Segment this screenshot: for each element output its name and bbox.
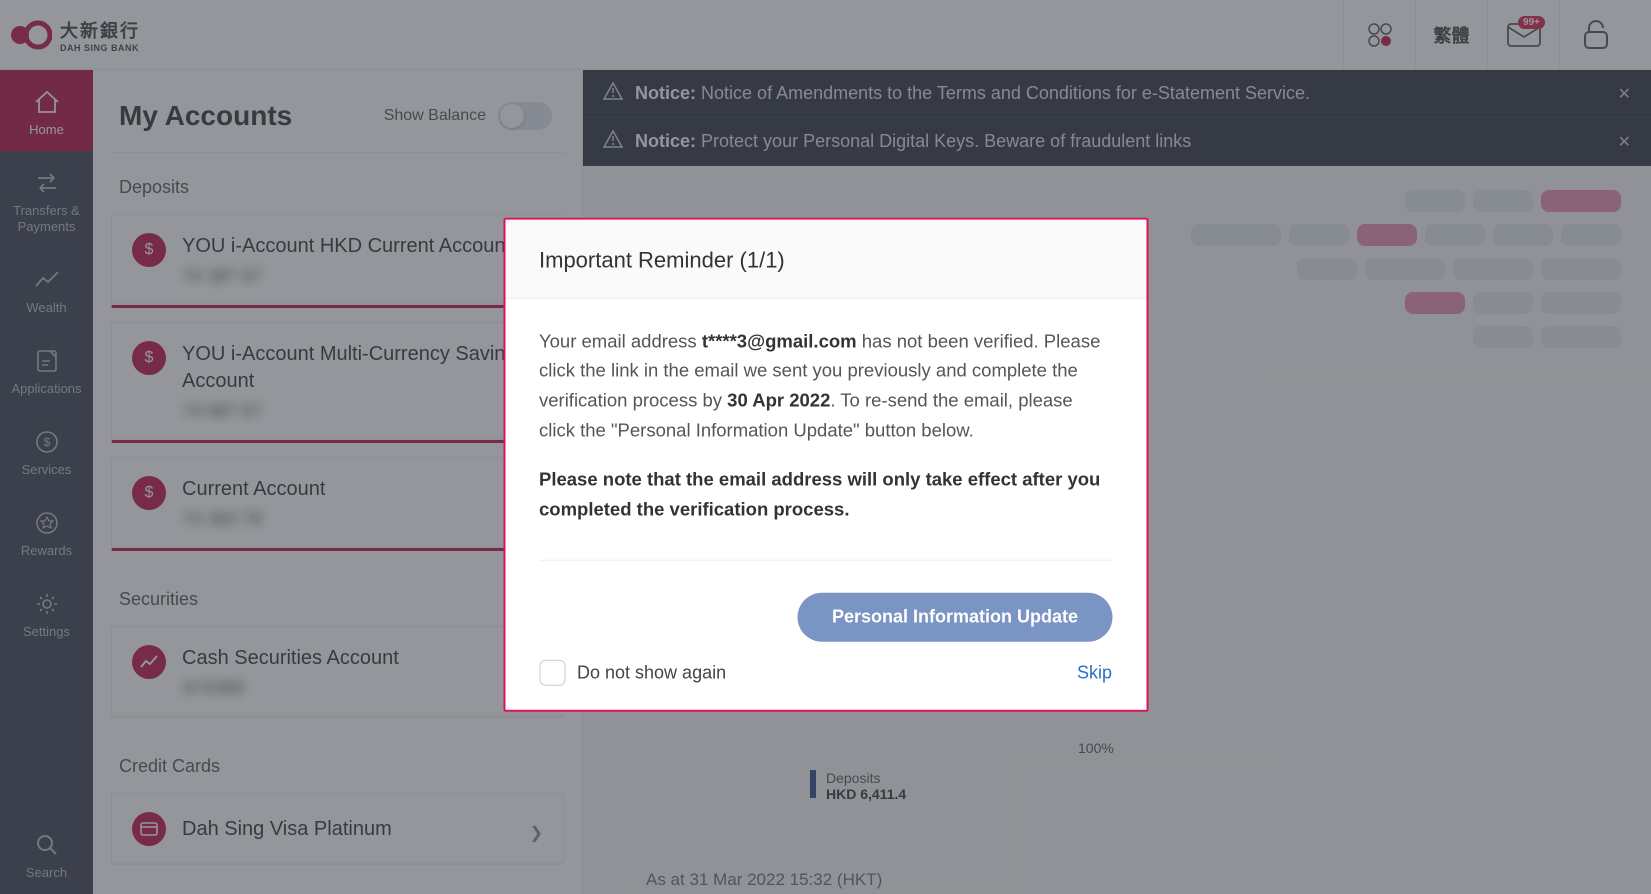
modal-title: Important Reminder (1/1) bbox=[539, 248, 1112, 274]
reminder-modal: Important Reminder (1/1) Your email addr… bbox=[503, 218, 1148, 713]
do-not-show-checkbox[interactable]: Do not show again bbox=[539, 660, 726, 686]
modal-body: Your email address t****3@gmail.com has … bbox=[505, 299, 1146, 555]
skip-link[interactable]: Skip bbox=[1077, 663, 1112, 684]
personal-info-update-button[interactable]: Personal Information Update bbox=[798, 593, 1112, 642]
